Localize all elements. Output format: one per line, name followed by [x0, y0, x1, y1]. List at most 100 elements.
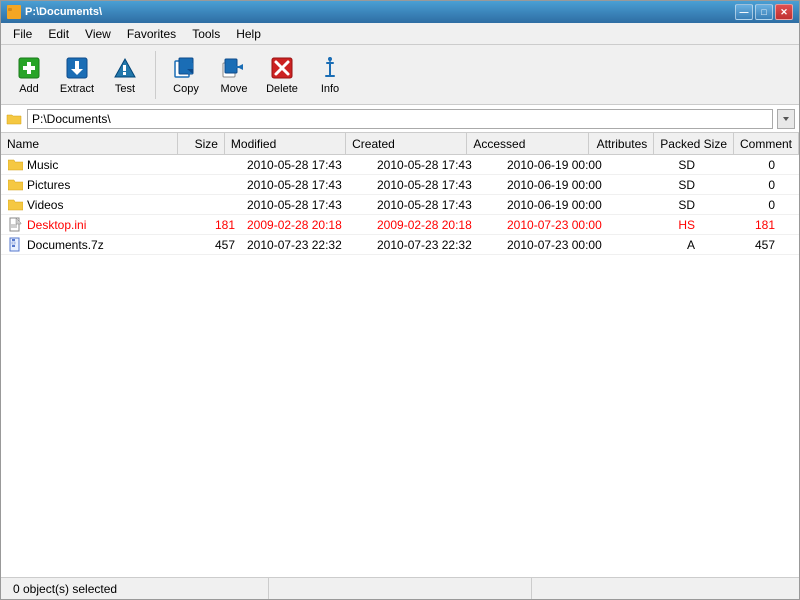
menu-bar: File Edit View Favorites Tools Help	[1, 23, 799, 45]
cell-name-music: Music	[1, 156, 191, 174]
move-label: Move	[221, 83, 248, 95]
status-text: 0 object(s) selected	[13, 582, 117, 596]
toolbar-sep-1	[155, 51, 156, 99]
file-icon	[7, 217, 23, 233]
archive-icon	[7, 237, 23, 253]
close-button[interactable]: ✕	[775, 4, 793, 20]
info-label: Info	[321, 83, 339, 95]
delete-icon	[268, 54, 296, 82]
cell-name-videos: Videos	[1, 196, 191, 214]
delete-button[interactable]: Delete	[260, 51, 304, 98]
cell-created-desktopini: 2009-02-28 20:18	[371, 217, 501, 233]
info-button[interactable]: Info	[308, 51, 352, 98]
app-icon	[7, 5, 21, 19]
cell-packed-music: 0	[701, 157, 781, 173]
cell-created-videos: 2010-05-28 17:43	[371, 197, 501, 213]
toolbar: Add Extract	[1, 45, 799, 105]
file-list: Name Size Modified Created Accessed Attr…	[1, 133, 799, 577]
test-icon	[111, 54, 139, 82]
copy-button[interactable]: Copy	[164, 51, 208, 98]
col-header-name[interactable]: Name	[1, 133, 178, 154]
col-header-packed-size[interactable]: Packed Size	[654, 133, 734, 154]
cell-comment-pictures	[781, 184, 799, 186]
address-dropdown[interactable]	[777, 109, 795, 129]
status-section-2	[269, 578, 531, 599]
table-row[interactable]: Music 2010-05-28 17:43 2010-05-28 17:43 …	[1, 155, 799, 175]
folder-icon	[7, 177, 23, 193]
window-title: P:\Documents\	[25, 6, 102, 18]
file-list-body: Music 2010-05-28 17:43 2010-05-28 17:43 …	[1, 155, 799, 577]
cell-modified-desktopini: 2009-02-28 20:18	[241, 217, 371, 233]
folder-icon	[7, 157, 23, 173]
add-icon	[15, 54, 43, 82]
table-row[interactable]: Pictures 2010-05-28 17:43 2010-05-28 17:…	[1, 175, 799, 195]
address-folder-icon	[5, 110, 23, 128]
add-label: Add	[19, 83, 39, 95]
cell-created-documents7z: 2010-07-23 22:32	[371, 237, 501, 253]
file-list-header: Name Size Modified Created Accessed Attr…	[1, 133, 799, 155]
toolbar-group-2: Copy Move	[164, 51, 352, 98]
col-header-created[interactable]: Created	[346, 133, 467, 154]
address-input[interactable]	[27, 109, 773, 129]
cell-modified-music: 2010-05-28 17:43	[241, 157, 371, 173]
cell-comment-documents7z	[781, 244, 799, 246]
menu-favorites[interactable]: Favorites	[119, 25, 184, 43]
title-bar-left: P:\Documents\	[7, 5, 102, 19]
extract-label: Extract	[60, 83, 94, 95]
extract-button[interactable]: Extract	[55, 51, 99, 98]
cell-modified-videos: 2010-05-28 17:43	[241, 197, 371, 213]
cell-name-pictures: Pictures	[1, 176, 191, 194]
cell-attr-pictures: SD	[631, 177, 701, 193]
cell-size-pictures	[191, 184, 241, 186]
toolbar-group-1: Add Extract	[7, 51, 147, 98]
test-button[interactable]: Test	[103, 51, 147, 98]
cell-modified-documents7z: 2010-07-23 22:32	[241, 237, 371, 253]
menu-help[interactable]: Help	[228, 25, 269, 43]
cell-created-pictures: 2010-05-28 17:43	[371, 177, 501, 193]
cell-accessed-pictures: 2010-06-19 00:00	[501, 177, 631, 193]
copy-label: Copy	[173, 83, 199, 95]
col-header-modified[interactable]: Modified	[225, 133, 346, 154]
cell-comment-desktopini	[781, 224, 799, 226]
col-header-size[interactable]: Size	[178, 133, 225, 154]
status-section-3	[532, 578, 793, 599]
cell-accessed-desktopini: 2010-07-23 00:00	[501, 217, 631, 233]
cell-comment-music	[781, 164, 799, 166]
folder-icon	[7, 197, 23, 213]
menu-tools[interactable]: Tools	[184, 25, 228, 43]
maximize-button[interactable]: □	[755, 4, 773, 20]
add-button[interactable]: Add	[7, 51, 51, 98]
move-icon	[220, 54, 248, 82]
copy-icon	[172, 54, 200, 82]
title-controls: — □ ✕	[735, 4, 793, 20]
cell-size-documents7z: 457	[191, 237, 241, 253]
cell-accessed-documents7z: 2010-07-23 00:00	[501, 237, 631, 253]
cell-created-music: 2010-05-28 17:43	[371, 157, 501, 173]
minimize-button[interactable]: —	[735, 4, 753, 20]
cell-comment-videos	[781, 204, 799, 206]
cell-accessed-music: 2010-06-19 00:00	[501, 157, 631, 173]
cell-modified-pictures: 2010-05-28 17:43	[241, 177, 371, 193]
cell-accessed-videos: 2010-06-19 00:00	[501, 197, 631, 213]
col-header-accessed[interactable]: Accessed	[467, 133, 588, 154]
menu-edit[interactable]: Edit	[40, 25, 77, 43]
col-header-comment[interactable]: Comment	[734, 133, 799, 154]
cell-size-videos	[191, 204, 241, 206]
table-row[interactable]: Documents.7z 457 2010-07-23 22:32 2010-0…	[1, 235, 799, 255]
move-button[interactable]: Move	[212, 51, 256, 98]
cell-packed-videos: 0	[701, 197, 781, 213]
cell-attr-videos: SD	[631, 197, 701, 213]
col-header-attributes[interactable]: Attributes	[589, 133, 655, 154]
status-selected: 0 object(s) selected	[7, 578, 269, 599]
cell-packed-desktopini: 181	[701, 217, 781, 233]
cell-size-music	[191, 164, 241, 166]
status-bar: 0 object(s) selected	[1, 577, 799, 599]
cell-name-desktopini: Desktop.ini	[1, 216, 191, 234]
table-row[interactable]: Videos 2010-05-28 17:43 2010-05-28 17:43…	[1, 195, 799, 215]
menu-view[interactable]: View	[77, 25, 119, 43]
table-row[interactable]: Desktop.ini 181 2009-02-28 20:18 2009-02…	[1, 215, 799, 235]
cell-attr-desktopini: HS	[631, 217, 701, 233]
info-icon	[316, 54, 344, 82]
menu-file[interactable]: File	[5, 25, 40, 43]
cell-packed-documents7z: 457	[701, 237, 781, 253]
